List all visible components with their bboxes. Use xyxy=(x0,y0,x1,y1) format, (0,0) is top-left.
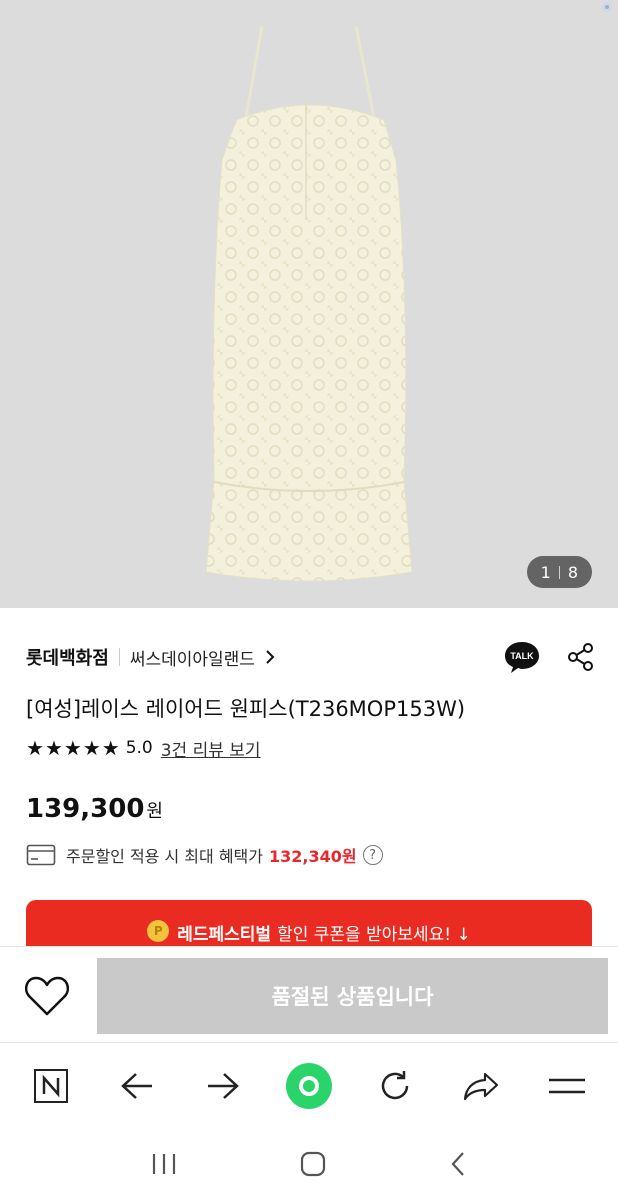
share-forward-icon[interactable] xyxy=(457,1062,505,1110)
credit-card-icon xyxy=(26,844,56,866)
brand-row: 롯데백화점 써스데이아일랜드 TALK xyxy=(26,640,596,674)
star-icon: ★ xyxy=(63,736,82,760)
sub-brand-link[interactable]: 써스데이아일랜드 xyxy=(130,645,255,670)
gear-icon[interactable] xyxy=(600,0,614,14)
back-arrow-icon[interactable] xyxy=(113,1062,161,1110)
menu-icon[interactable] xyxy=(543,1062,591,1110)
benefit-text: 주문할인 적용 시 최대 혜택가 xyxy=(66,847,263,866)
soldout-button[interactable]: 품절된 상품입니다 xyxy=(97,958,608,1034)
counter-divider xyxy=(558,565,560,579)
brand-name[interactable]: 롯데백화점 xyxy=(26,644,109,670)
review-link[interactable]: 3건 리뷰 보기 xyxy=(161,736,261,761)
star-icon: ★ xyxy=(44,736,63,760)
product-title: [여성]레이스 레이어드 원피스(T236MOP153W) xyxy=(26,697,466,721)
product-image[interactable]: 1 8 xyxy=(0,0,618,608)
benefit-row: 주문할인 적용 시 최대 혜택가 132,340원 ? xyxy=(26,842,383,868)
product-price: 139,300 xyxy=(26,794,145,824)
rating-score: 5.0 xyxy=(125,738,153,758)
back-icon[interactable] xyxy=(448,1150,468,1178)
product-page: 1 8 롯데백화점 써스데이아일랜드 TALK [여성]레이스 레이어드 원피스… xyxy=(0,0,618,1200)
browser-toolbar xyxy=(0,1042,618,1128)
coin-mark: P xyxy=(153,924,163,938)
benefit-price: 132,340원 xyxy=(268,847,357,866)
dress-illustration xyxy=(205,25,413,582)
rating-stars: ★ ★ ★ ★ ★ xyxy=(26,736,120,760)
naver-n-icon[interactable] xyxy=(27,1062,75,1110)
android-navigation-bar xyxy=(0,1128,618,1200)
brand-divider xyxy=(118,648,120,666)
coin-icon: P xyxy=(147,920,170,942)
rating-row: ★ ★ ★ ★ ★ 5.0 3건 리뷰 보기 xyxy=(26,736,261,761)
image-counter-total: 8 xyxy=(567,562,578,582)
refresh-icon[interactable] xyxy=(371,1062,419,1110)
kakao-talk-icon[interactable]: TALK xyxy=(504,640,540,674)
price-row: 139,300 원 xyxy=(26,794,163,824)
home-icon[interactable] xyxy=(299,1150,327,1178)
star-icon: ★ xyxy=(101,736,120,760)
help-icon[interactable]: ? xyxy=(362,845,383,865)
price-currency: 원 xyxy=(146,801,163,822)
purchase-bar: 품절된 상품입니다 xyxy=(0,946,618,1042)
talk-label: TALK xyxy=(510,651,534,661)
help-mark: ? xyxy=(369,847,377,863)
star-icon: ★ xyxy=(82,736,101,760)
share-icon[interactable] xyxy=(566,642,596,672)
forward-arrow-icon[interactable] xyxy=(199,1062,247,1110)
star-icon: ★ xyxy=(26,736,44,760)
chevron-right-icon[interactable] xyxy=(263,649,277,665)
green-dot-icon[interactable] xyxy=(285,1062,333,1110)
heart-icon[interactable] xyxy=(24,975,70,1017)
image-counter: 1 8 xyxy=(526,556,592,588)
recent-apps-icon[interactable] xyxy=(150,1152,178,1176)
coupon-banner[interactable]: P 레드페스티벌 할인 쿠폰을 받아보세요! ↓ xyxy=(26,900,592,952)
image-counter-current: 1 xyxy=(540,562,551,582)
